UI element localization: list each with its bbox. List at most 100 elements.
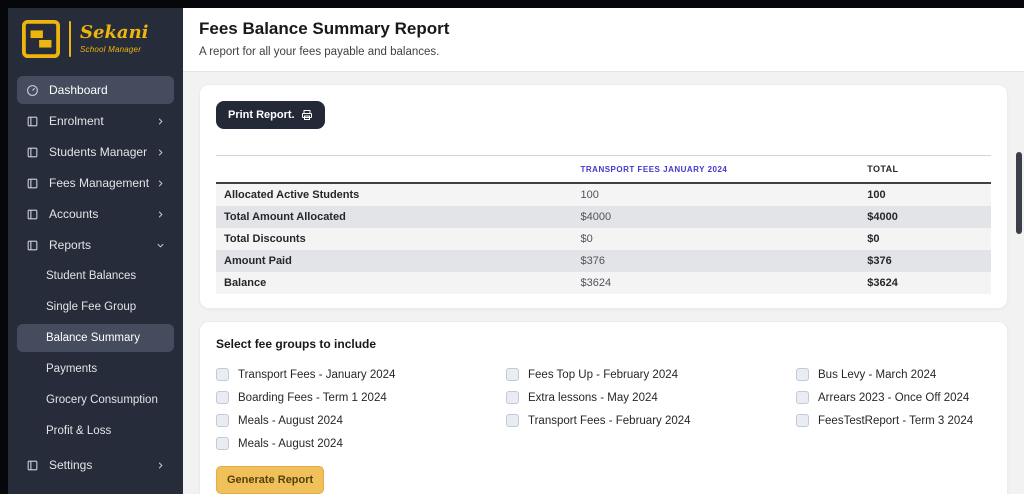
row-label-cell: Total Discounts	[224, 233, 306, 245]
report-summary-card: Print Report. TRANSPORT FEES JANUARY 202…	[199, 84, 1008, 309]
print-report-label: Print Report.	[228, 109, 295, 121]
fee-group-option-label: Meals - August 2024	[238, 414, 343, 427]
students-manager-icon	[26, 146, 39, 159]
page-subtitle: A report for all your fees payable and b…	[199, 46, 440, 58]
checkbox-icon[interactable]	[216, 414, 229, 427]
table-row: Total Discounts $0 $0	[216, 228, 991, 250]
empty-header-cell	[216, 155, 573, 184]
sidebar-subitem-payments[interactable]: Payments	[17, 355, 174, 383]
scrollbar-thumb[interactable]	[1016, 152, 1022, 234]
fee-groups-heading: Select fee groups to include	[216, 337, 377, 351]
row-label-cell: Balance	[224, 277, 267, 289]
row-total-cell: $4000	[867, 211, 898, 223]
sidebar-subitem-student-balances[interactable]: Student Balances	[17, 262, 174, 290]
fee-group-option-label: Meals - August 2024	[238, 437, 343, 450]
sidebar-item-settings[interactable]: Settings	[17, 451, 174, 479]
chevron-right-icon	[155, 209, 166, 220]
chevron-down-icon	[155, 240, 166, 251]
sidebar-subitem-balance-summary[interactable]: Balance Summary	[17, 324, 174, 352]
fee-group-option[interactable]: Meals - August 2024	[216, 414, 496, 427]
sidebar-item-label: Reports	[49, 238, 92, 252]
logo-divider	[69, 21, 71, 57]
brand-name: Sekani	[80, 22, 149, 43]
checkbox-icon[interactable]	[796, 414, 809, 427]
printer-icon	[301, 109, 313, 121]
sidebar-item-students-manager[interactable]: Students Manager	[17, 138, 174, 166]
settings-icon	[26, 459, 39, 472]
sidebar-item-label: Settings	[49, 458, 93, 472]
chevron-right-icon	[155, 178, 166, 189]
sidebar-item-enrolment[interactable]: Enrolment	[17, 107, 174, 135]
row-value-cell: $0	[580, 233, 593, 245]
app-window: Sekani School Manager Dashboard Enrolmen…	[0, 0, 1024, 494]
row-label-cell: Total Amount Allocated	[224, 211, 346, 223]
enrolment-icon	[26, 115, 39, 128]
sidebar-subitem-grocery-consumption[interactable]: Grocery Consumption	[17, 386, 174, 414]
row-total-cell: 100	[867, 189, 886, 201]
checkbox-icon[interactable]	[216, 391, 229, 404]
accounts-icon	[26, 208, 39, 221]
fee-group-option[interactable]: Bus Levy - March 2024	[796, 368, 991, 381]
checkbox-icon[interactable]	[506, 368, 519, 381]
fee-group-column-header: TRANSPORT FEES JANUARY 2024	[572, 155, 860, 184]
row-total-cell: $376	[867, 255, 892, 267]
fee-group-option-label: Bus Levy - March 2024	[818, 368, 937, 381]
table-row: Amount Paid $376 $376	[216, 250, 991, 272]
row-label-cell: Allocated Active Students	[224, 189, 360, 201]
fee-group-option[interactable]: Arrears 2023 - Once Off 2024	[796, 391, 991, 404]
print-report-button[interactable]: Print Report.	[216, 101, 325, 129]
generate-report-button[interactable]: Generate Report	[216, 466, 325, 494]
table-header-row: TRANSPORT FEES JANUARY 2024 TOTAL	[216, 155, 991, 184]
row-total-cell: $0	[867, 233, 880, 245]
chevron-right-icon	[155, 460, 166, 471]
checkbox-icon[interactable]	[796, 368, 809, 381]
dashboard-icon	[26, 84, 39, 97]
fee-group-option-label: Transport Fees - February 2024	[528, 414, 691, 427]
page-header: Fees Balance Summary Report A report for…	[183, 8, 1024, 72]
content-area: Print Report. TRANSPORT FEES JANUARY 202…	[183, 72, 1024, 494]
row-value-cell: $3624	[580, 277, 612, 289]
table-row: Allocated Active Students 100 100	[216, 183, 991, 206]
table-row: Total Amount Allocated $4000 $4000	[216, 206, 991, 228]
fee-group-option[interactable]: Transport Fees - January 2024	[216, 368, 496, 381]
sidebar-item-label: Dashboard	[49, 83, 108, 97]
sidebar-item-label: Enrolment	[49, 114, 104, 128]
reports-icon	[26, 239, 39, 252]
fee-group-option[interactable]: Meals - August 2024	[216, 437, 496, 450]
sidebar-subitem-label: Payments	[46, 363, 98, 375]
brand-logo: Sekani School Manager	[8, 8, 183, 68]
checkbox-icon[interactable]	[216, 437, 229, 450]
fee-group-option-label: Boarding Fees - Term 1 2024	[238, 391, 387, 404]
row-value-cell: $4000	[580, 211, 612, 223]
row-value-cell: 100	[580, 189, 599, 201]
checkbox-icon[interactable]	[216, 368, 229, 381]
page-title: Fees Balance Summary Report	[199, 19, 450, 38]
fee-group-option[interactable]: FeesTestReport - Term 3 2024	[796, 414, 991, 427]
chevron-right-icon	[155, 116, 166, 127]
checkbox-icon[interactable]	[796, 391, 809, 404]
sidebar-item-label: Accounts	[49, 207, 99, 221]
fee-group-option[interactable]: Boarding Fees - Term 1 2024	[216, 391, 496, 404]
fee-group-option[interactable]: Extra lessons - May 2024	[506, 391, 786, 404]
brand-logo-icon	[22, 20, 60, 58]
checkbox-icon[interactable]	[506, 391, 519, 404]
sidebar-item-reports[interactable]: Reports	[17, 231, 174, 259]
fee-group-option[interactable]: Fees Top Up - February 2024	[506, 368, 786, 381]
table-row: Balance $3624 $3624	[216, 272, 991, 294]
row-value-cell: $376	[580, 255, 605, 267]
row-total-cell: $3624	[867, 277, 898, 289]
fee-group-option[interactable]: Transport Fees - February 2024	[506, 414, 786, 427]
sidebar-subitem-profit-loss[interactable]: Profit & Loss	[17, 417, 174, 445]
chevron-right-icon	[155, 147, 166, 158]
brand-text: Sekani School Manager	[80, 22, 149, 55]
sidebar-item-accounts[interactable]: Accounts	[17, 200, 174, 228]
sidebar-item-label: Students Manager	[49, 145, 148, 159]
fees-management-icon	[26, 177, 39, 190]
sidebar-item-fees-management[interactable]: Fees Management	[17, 169, 174, 197]
fee-group-option-label: FeesTestReport - Term 3 2024	[818, 414, 974, 427]
checkbox-icon[interactable]	[506, 414, 519, 427]
sidebar-subitem-single-fee-group[interactable]: Single Fee Group	[17, 293, 174, 321]
sidebar-item-dashboard[interactable]: Dashboard	[17, 76, 174, 104]
sidebar-subitem-label: Grocery Consumption	[46, 394, 158, 406]
fee-group-option-label: Fees Top Up - February 2024	[528, 368, 679, 381]
